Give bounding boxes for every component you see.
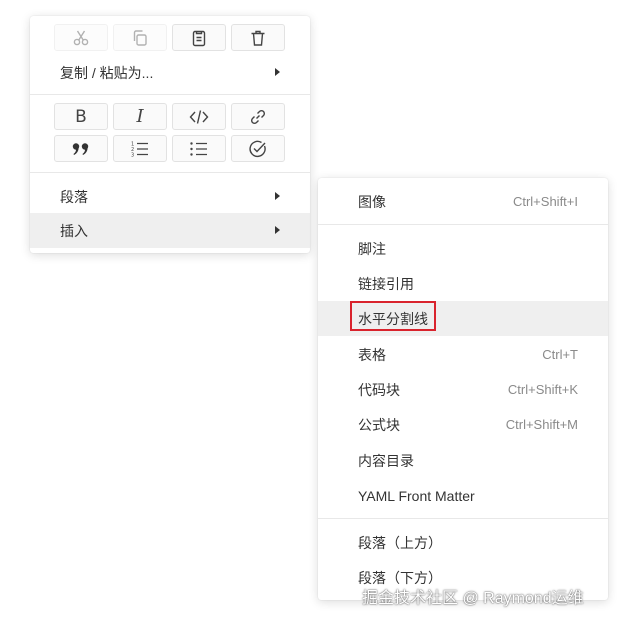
submenu-arrow-icon — [275, 68, 280, 76]
menu-item-label: 代码块 — [358, 381, 400, 398]
menu-item-label: 内容目录 — [358, 452, 414, 469]
shortcut-label: Ctrl+Shift+M — [505, 417, 578, 432]
watermark: 掘金技术社区 @ Raymond运维 — [362, 590, 584, 607]
menu-divider — [318, 224, 608, 225]
insert-table-item[interactable]: 表格 Ctrl+T — [318, 337, 608, 372]
ordered-list-icon: 1 2 3 — [130, 140, 150, 158]
paste-button[interactable] — [172, 24, 226, 51]
ordered-list-button[interactable]: 1 2 3 — [113, 135, 167, 162]
bullet-list-button[interactable] — [172, 135, 226, 162]
delete-icon — [249, 29, 267, 47]
paragraph-label: 段落 — [60, 188, 88, 205]
cut-icon — [72, 29, 90, 47]
insert-yaml-front-matter-item[interactable]: YAML Front Matter — [318, 478, 608, 513]
italic-button[interactable]: I — [113, 103, 167, 130]
cut-button[interactable] — [54, 24, 108, 51]
copy-paste-as-menu-item[interactable]: 复制 / 粘贴为... — [30, 55, 310, 90]
paste-icon — [190, 29, 208, 47]
menu-item-label: YAML Front Matter — [358, 487, 475, 504]
quote-icon — [72, 142, 90, 156]
italic-icon: I — [136, 106, 144, 127]
menu-item-label: 链接引用 — [358, 275, 414, 292]
menu-item-label: 表格 — [358, 346, 386, 363]
insert-submenu: 图像 Ctrl+Shift+I 脚注 链接引用 水平分割线 表格 Ctrl+T … — [318, 178, 608, 600]
insert-code-block-item[interactable]: 代码块 Ctrl+Shift+K — [318, 372, 608, 407]
block-toolbar: 1 2 3 — [54, 135, 285, 162]
shortcut-label: Ctrl+Shift+I — [512, 194, 578, 209]
copy-paste-as-label: 复制 / 粘贴为... — [60, 64, 154, 81]
code-button[interactable] — [172, 103, 226, 130]
menu-divider — [30, 172, 310, 173]
task-list-button[interactable] — [231, 135, 285, 162]
context-menu: 复制 / 粘贴为... B I 1 2 3 段落 插入 — [30, 16, 310, 253]
copy-button[interactable] — [113, 24, 167, 51]
menu-item-label: 脚注 — [358, 240, 386, 257]
bold-icon: B — [75, 106, 87, 127]
menu-divider — [30, 94, 310, 95]
highlight-annotation-box — [350, 301, 436, 331]
link-button[interactable] — [231, 103, 285, 130]
insert-image-item[interactable]: 图像 Ctrl+Shift+I — [318, 184, 608, 219]
insert-paragraph-above-item[interactable]: 段落（上方） — [318, 525, 608, 560]
task-list-icon — [248, 139, 268, 159]
shortcut-label: Ctrl+T — [542, 347, 578, 362]
paragraph-menu-item[interactable]: 段落 — [30, 179, 310, 214]
insert-link-reference-item[interactable]: 链接引用 — [318, 266, 608, 301]
format-toolbar: B I — [54, 103, 285, 130]
submenu-arrow-icon — [275, 226, 280, 234]
insert-footnote-item[interactable]: 脚注 — [318, 231, 608, 266]
bullet-list-icon — [189, 140, 209, 158]
insert-menu-item[interactable]: 插入 — [30, 213, 310, 248]
insert-math-block-item[interactable]: 公式块 Ctrl+Shift+M — [318, 407, 608, 442]
menu-item-label: 公式块 — [358, 416, 400, 433]
insert-toc-item[interactable]: 内容目录 — [318, 443, 608, 478]
link-icon — [249, 108, 267, 126]
menu-item-label: 段落（上方） — [358, 534, 442, 551]
svg-text:3: 3 — [131, 152, 134, 158]
shortcut-label: Ctrl+Shift+K — [507, 382, 578, 397]
code-icon — [189, 108, 209, 126]
delete-button[interactable] — [231, 24, 285, 51]
menu-item-label: 图像 — [358, 193, 386, 210]
menu-divider — [318, 518, 608, 519]
insert-label: 插入 — [60, 222, 88, 239]
submenu-arrow-icon — [275, 192, 280, 200]
copy-icon — [131, 29, 149, 47]
bold-button[interactable]: B — [54, 103, 108, 130]
quote-button[interactable] — [54, 135, 108, 162]
clipboard-toolbar — [54, 24, 285, 51]
